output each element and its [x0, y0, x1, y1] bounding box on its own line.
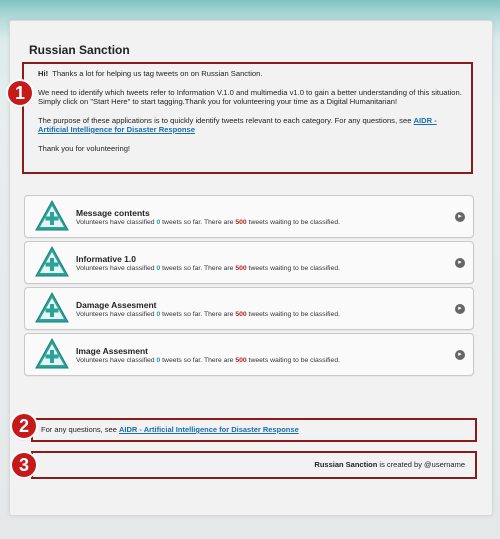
task-desc-prefix: Volunteers have classified: [76, 219, 157, 226]
chevron-right-circle-icon[interactable]: ▸: [455, 258, 465, 268]
intro-paragraph-2-text: The purpose of these applications is to …: [38, 115, 414, 125]
waiting-count: 500: [235, 311, 247, 318]
task-item-informative[interactable]: Informative 1.0 Volunteers have classifi…: [24, 241, 474, 284]
task-desc-prefix: Volunteers have classified: [76, 357, 157, 364]
task-description: Volunteers have classified 0 tweets so f…: [76, 311, 340, 318]
triangle-plus-icon: [35, 199, 69, 231]
triangle-plus-icon: [35, 337, 69, 369]
task-name: Image Assesment: [76, 346, 148, 356]
task-item-image-assesment[interactable]: Image Assesment Volunteers have classifi…: [24, 333, 474, 376]
questions-text: For any questions, see: [41, 425, 119, 434]
annotation-marker-2: 2: [12, 414, 36, 438]
intro-box: Hi! Thanks a lot for helping us tag twee…: [22, 62, 473, 174]
task-desc-middle: tweets so far. There are: [160, 357, 236, 364]
task-description: Volunteers have classified 0 tweets so f…: [76, 357, 340, 364]
credit-text: is created by @username: [377, 460, 465, 469]
task-desc-middle: tweets so far. There are: [160, 265, 236, 272]
task-desc-suffix: tweets waiting to be classified.: [246, 311, 340, 318]
task-description: Volunteers have classified 0 tweets so f…: [76, 265, 340, 272]
task-item-message-contents[interactable]: Message contents Volunteers have classif…: [24, 195, 474, 238]
page-title: Russian Sanction: [29, 43, 130, 57]
waiting-count: 500: [235, 357, 247, 364]
task-item-damage-assesment[interactable]: Damage Assesment Volunteers have classif…: [24, 287, 474, 330]
intro-paragraph-1: We need to identify which tweets refer t…: [38, 87, 462, 107]
task-description: Volunteers have classified 0 tweets so f…: [76, 219, 340, 226]
task-name: Informative 1.0: [76, 254, 136, 264]
credit-app-name: Russian Sanction: [314, 460, 378, 469]
intro-closing: Thank you for volunteering!: [38, 143, 131, 153]
task-desc-middle: tweets so far. There are: [160, 219, 236, 226]
triangle-plus-icon: [35, 291, 69, 323]
task-desc-suffix: tweets waiting to be classified.: [246, 219, 340, 226]
aidr-link-footer[interactable]: AIDR - Artificial Intelligence for Disas…: [119, 425, 299, 434]
task-desc-middle: tweets so far. There are: [160, 311, 236, 318]
task-desc-prefix: Volunteers have classified: [76, 311, 157, 318]
intro-hi: Hi!: [38, 69, 49, 78]
chevron-right-circle-icon[interactable]: ▸: [455, 350, 465, 360]
annotation-marker-1: 1: [8, 81, 32, 105]
task-desc-suffix: tweets waiting to be classified.: [246, 265, 340, 272]
task-name: Message contents: [76, 208, 150, 218]
task-desc-prefix: Volunteers have classified: [76, 265, 157, 272]
credit-box: Russian Sanction is created by @username: [31, 451, 477, 479]
task-list: Message contents Volunteers have classif…: [24, 195, 474, 379]
task-name: Damage Assesment: [76, 300, 157, 310]
intro-paragraph-2: The purpose of these applications is to …: [38, 116, 463, 135]
chevron-right-circle-icon[interactable]: ▸: [455, 304, 465, 314]
intro-greeting-text: Thanks a lot for helping us tag tweets o…: [52, 69, 263, 78]
waiting-count: 500: [235, 219, 247, 226]
triangle-plus-icon: [35, 245, 69, 277]
waiting-count: 500: [235, 265, 247, 272]
annotation-marker-3: 3: [12, 453, 36, 477]
intro-greeting: Hi! Thanks a lot for helping us tag twee…: [38, 69, 463, 79]
questions-box: For any questions, see AIDR - Artificial…: [31, 418, 477, 442]
task-desc-suffix: tweets waiting to be classified.: [246, 357, 340, 364]
chevron-right-circle-icon[interactable]: ▸: [455, 212, 465, 222]
